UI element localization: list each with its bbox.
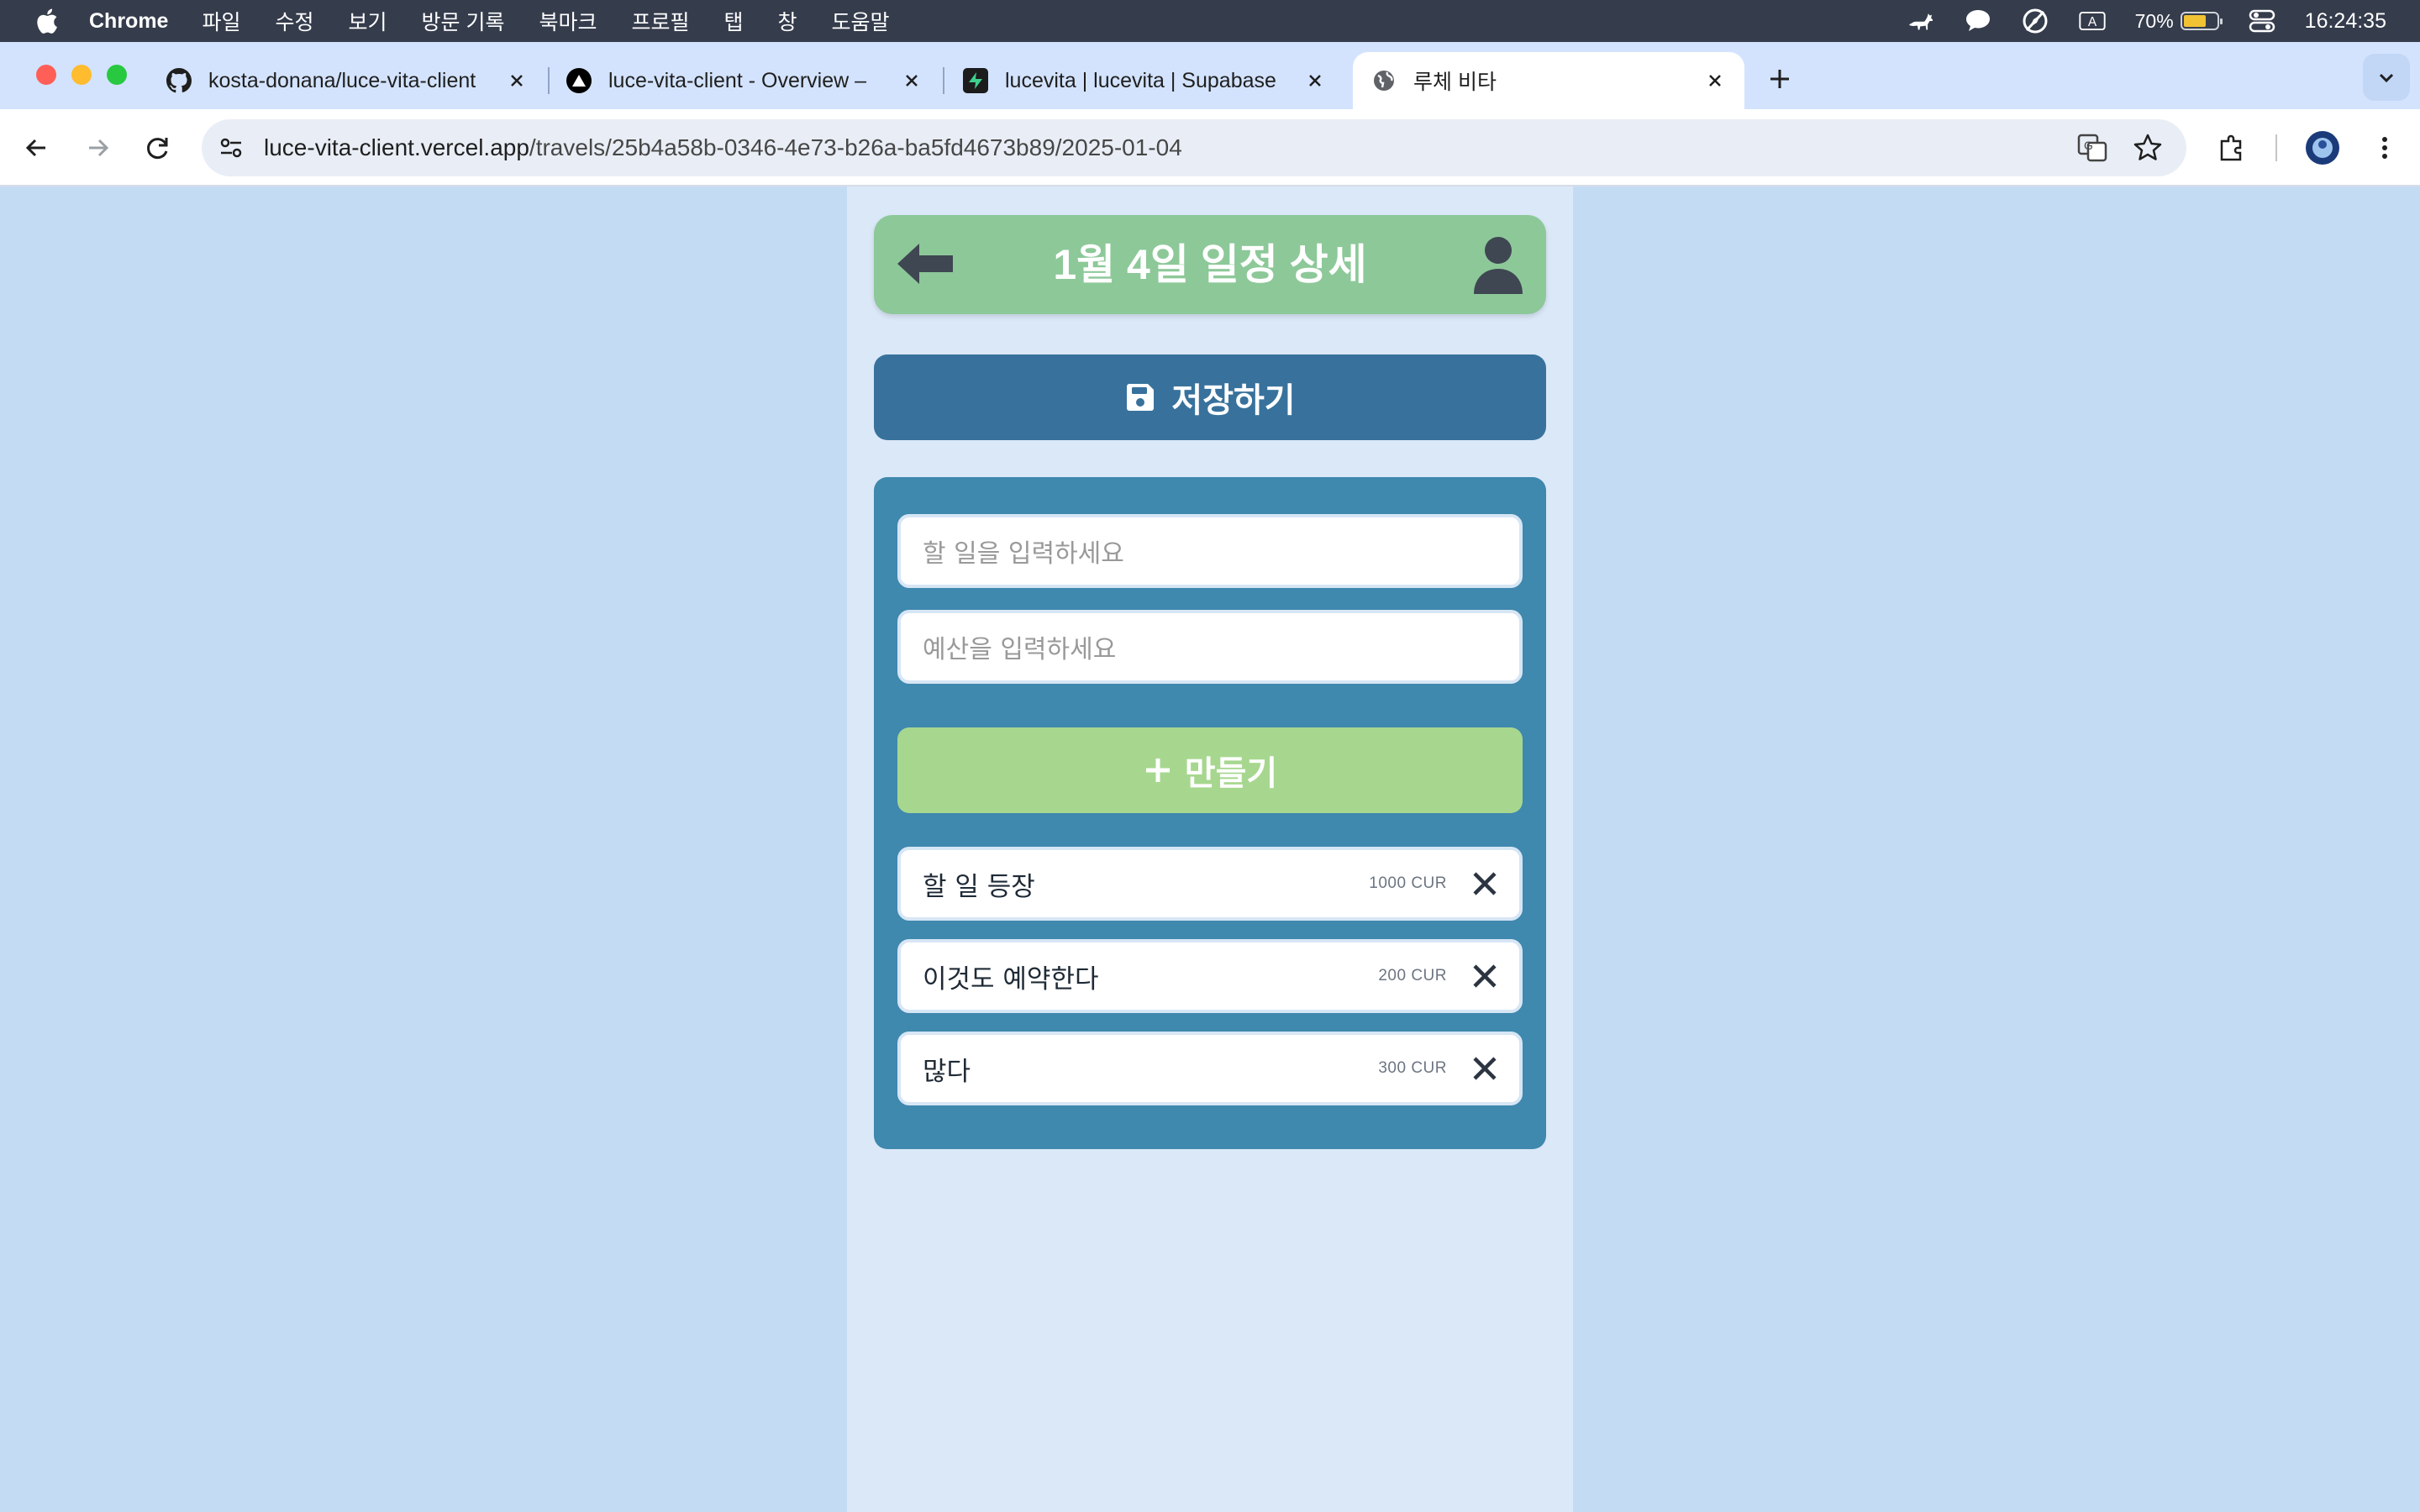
macos-menu-bar: Chrome 파일 수정 보기 방문 기록 북마크 프로필 탭 창 도움말 A … (0, 0, 2420, 42)
todo-input[interactable]: 할 일을 입력하세요 (897, 514, 1523, 588)
cat-status-icon[interactable] (1907, 7, 1935, 35)
browser-tab-strip: kosta-donana/luce-vita-client luce-vita-… (0, 42, 2420, 109)
back-arrow-icon[interactable] (20, 131, 54, 165)
reload-icon[interactable] (141, 131, 175, 165)
menu-edit[interactable]: 수정 (275, 6, 313, 36)
close-icon[interactable] (1304, 70, 1326, 92)
list-item[interactable]: 이것도 예약한다 200 CUR (897, 939, 1523, 1013)
menubar-clock[interactable]: 16:24:35 (2305, 9, 2386, 34)
delete-x-icon[interactable] (1470, 962, 1499, 990)
site-settings-icon[interactable] (217, 134, 245, 162)
user-icon[interactable] (1472, 235, 1524, 294)
todo-title: 할 일 등장 (923, 871, 1035, 902)
tab-vercel[interactable]: luce-vita-client - Overview – (548, 52, 941, 109)
page-title: 1월 4일 일정 상세 (1053, 241, 1367, 288)
battery-icon (2180, 12, 2223, 30)
page-background: 1월 4일 일정 상세 저장하기 할 일을 입력하세요 예산을 입력하세요 만들… (0, 186, 2420, 1512)
budget-input[interactable]: 예산을 입력하세요 (897, 610, 1523, 684)
tab-luce-vita[interactable]: 루체 비타 (1353, 52, 1744, 109)
todo-budget: 1000 CUR (1369, 874, 1447, 892)
bookmark-star-icon[interactable] (2131, 131, 2165, 165)
menu-view[interactable]: 보기 (349, 6, 387, 36)
profile-avatar[interactable] (2304, 129, 2341, 166)
create-button[interactable]: 만들기 (897, 727, 1523, 813)
tab-title: luce-vita-client - Overview – (608, 68, 867, 92)
tab-supabase[interactable]: lucevita | lucevita | Supabase (944, 52, 1344, 109)
create-button-label: 만들기 (1184, 755, 1278, 792)
chevron-down-icon (2379, 73, 2394, 83)
menu-file[interactable]: 파일 (202, 6, 240, 36)
todo-budget: 300 CUR (1378, 1059, 1447, 1077)
svg-text:G: G (2084, 139, 2093, 152)
compass-icon[interactable] (2021, 7, 2049, 35)
translate-icon[interactable]: G (2075, 131, 2109, 165)
more-menu-icon[interactable] (2368, 131, 2402, 165)
supabase-icon (963, 68, 988, 93)
battery-fill (2183, 15, 2207, 27)
floppy-disk-icon (1127, 384, 1155, 411)
zoom-window-button[interactable] (107, 65, 127, 85)
mobile-column: 1월 4일 일정 상세 저장하기 할 일을 입력하세요 예산을 입력하세요 만들… (847, 186, 1573, 1512)
control-center-icon[interactable] (2248, 7, 2276, 35)
minimize-window-button[interactable] (71, 65, 92, 85)
close-icon[interactable] (506, 70, 528, 92)
menu-history[interactable]: 방문 기록 (422, 6, 505, 36)
url-host: luce-vita-client.vercel.app (264, 134, 529, 160)
apple-icon[interactable] (34, 7, 59, 35)
save-button-label: 저장하기 (1171, 382, 1296, 419)
battery-percent: 70% (2134, 9, 2174, 32)
battery-status[interactable]: 70% (2134, 9, 2223, 33)
plus-icon (1145, 759, 1170, 782)
todo-title: 많다 (923, 1056, 971, 1087)
tab-github[interactable]: kosta-donana/luce-vita-client (148, 52, 546, 109)
todo-budget: 200 CUR (1378, 967, 1447, 984)
forward-arrow-icon[interactable] (81, 131, 114, 165)
extensions-icon[interactable] (2215, 131, 2249, 165)
menu-help[interactable]: 도움말 (832, 6, 890, 36)
tab-title: 루체 비타 (1413, 71, 1497, 94)
browser-toolbar: luce-vita-client.vercel.app/travels/25b4… (0, 109, 2420, 186)
window-controls (36, 65, 127, 85)
tab-title: lucevita | lucevita | Supabase (1005, 68, 1276, 92)
new-tab-icon[interactable] (1763, 62, 1797, 96)
svg-text:A: A (2087, 15, 2096, 29)
vercel-icon (566, 68, 592, 93)
todo-title: 이것도 예약한다 (923, 963, 1099, 995)
close-icon[interactable] (901, 70, 923, 92)
menu-profiles[interactable]: 프로필 (631, 6, 689, 36)
delete-x-icon[interactable] (1470, 869, 1499, 898)
tab-title: kosta-donana/luce-vita-client (208, 68, 476, 92)
github-icon (166, 68, 192, 93)
tab-search-button[interactable] (2363, 54, 2410, 101)
list-item[interactable]: 할 일 등장 1000 CUR (897, 847, 1523, 921)
toolbar-separator (2275, 134, 2277, 161)
menu-bookmarks[interactable]: 북마크 (539, 6, 597, 36)
close-icon[interactable] (1704, 70, 1726, 92)
globe-icon (1371, 68, 1397, 93)
app-name[interactable]: Chrome (89, 9, 168, 34)
save-button[interactable]: 저장하기 (874, 354, 1546, 440)
address-bar[interactable]: luce-vita-client.vercel.app/travels/25b4… (202, 119, 2186, 176)
menu-window[interactable]: 창 (778, 6, 797, 36)
schedule-panel: 할 일을 입력하세요 예산을 입력하세요 만들기 할 일 등장 1000 CUR… (874, 477, 1546, 1149)
menu-tab[interactable]: 탭 (724, 6, 744, 36)
delete-x-icon[interactable] (1470, 1054, 1499, 1083)
input-source-icon[interactable]: A (2078, 7, 2107, 35)
chat-bubble-icon[interactable] (1964, 7, 1992, 35)
list-item[interactable]: 많다 300 CUR (897, 1032, 1523, 1105)
close-window-button[interactable] (36, 65, 56, 85)
page-header: 1월 4일 일정 상세 (874, 215, 1546, 314)
url-path: /travels/25b4a58b-0346-4e73-b26a-ba5fd46… (529, 134, 1182, 160)
url-text: luce-vita-client.vercel.app/travels/25b4… (264, 134, 1182, 161)
